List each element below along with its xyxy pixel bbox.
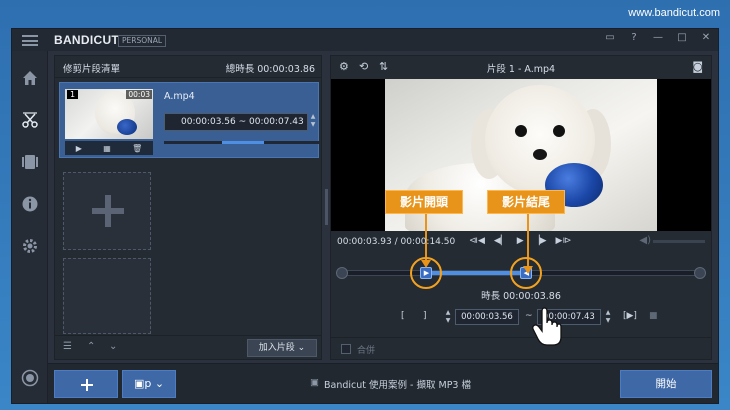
clip-progress-bar [164,141,320,144]
timeline-end-cap [694,267,706,279]
preview-title: 片段 1 - A.mp4 [486,64,556,75]
range-editor: [ ] ▲ ▼ 00:00:03.56 ~ 00:00:07.43 ▲ ▼ [▶] … [331,307,711,327]
segment-list-title: 修剪片段清單 [63,64,121,75]
chat-icon: ▣ [310,377,319,388]
selection-duration: 時長 00:00:03.86 [481,291,561,302]
camera-icon[interactable]: ◙ [692,60,703,73]
preview-header: ⚙ ⟲ ⇅ 片段 1 - A.mp4 ◙ [331,56,711,78]
clip-name: A.mp4 [164,91,195,102]
bottom-bar: ▣p ⌄ ▣ Bandicut 使用案例 - 擷取 MP3 檔 開始 [48,363,718,403]
edition-badge: PERSONAL [118,35,167,47]
add-file-button[interactable] [54,370,118,398]
preview-panel: ⚙ ⟲ ⇅ 片段 1 - A.mp4 ◙ 影片開頭 影片結尾 00:00:03.… [330,55,712,360]
callout-end: 影片結尾 [487,190,565,214]
time-readout: 00:00:03.93 / 00:00:14.50 [337,237,456,247]
merge-label: 合併 [357,346,376,356]
window-controls: ▭ ? — □ ✕ [604,32,712,43]
clip-progress-fill [221,141,264,144]
callout-start-arrow [421,260,431,268]
video-preview[interactable]: 影片開頭 影片結尾 [331,79,711,266]
maximize-icon[interactable]: □ [676,32,688,43]
merge-checkbox[interactable] [341,344,351,354]
start-time-field[interactable]: 00:00:03.56 [455,309,519,325]
help-icon[interactable]: ? [628,32,640,43]
close-icon[interactable]: ✕ [700,32,712,43]
next-icon[interactable]: ▶⧐ [556,236,572,246]
mode-label: ▣p [133,377,152,390]
hand-cursor-icon [532,307,562,346]
remove-list-icon[interactable]: ☰ [63,341,72,352]
minimize-icon[interactable]: — [652,32,664,43]
segment-list-footer: ☰ ⌃ ⌄ 加入片段 ⌄ [55,335,321,359]
tip-link[interactable]: Bandicut 使用案例 - 擷取 MP3 檔 [324,377,471,391]
delete-icon[interactable]: 🗑 [132,144,142,153]
clip-index: 1 [67,90,79,99]
app-window: BANDICUT PERSONAL ▭ ? — □ ✕ 修剪片段清單 總時長 0… [11,28,719,404]
prev-icon[interactable]: ⧏◀ [469,236,485,246]
clip-thumb-controls: ▶ ▦ 🗑 [65,141,153,155]
empty-slot-add[interactable] [63,172,151,250]
film-icon[interactable] [21,153,39,171]
info-icon[interactable] [21,195,39,213]
title-bar: BANDICUT PERSONAL ▭ ? — □ ✕ [12,29,718,51]
record-icon[interactable] [21,369,39,387]
start-button[interactable]: 開始 [620,370,712,398]
clip-thumbnail[interactable]: 1 00:03 [65,89,153,139]
transport-buttons: ⧏◀ ◀▏ ▶ ▕▶ ▶⧐ [469,236,571,246]
add-segment-label: 加入片段 [258,343,295,353]
clip-range-field[interactable]: 00:00:03.56 ~ 00:00:07.43 [164,113,308,131]
play-icon[interactable]: ▶ [517,236,524,246]
segment-item[interactable]: 1 00:03 ▶ ▦ 🗑 A.mp4 ▲▼ 00:00:03.56 ~ 00:… [59,82,320,158]
add-segment-button[interactable]: 加入片段 ⌄ [247,339,317,357]
preview-footer: 合併 [331,337,711,359]
splitter-handle[interactable] [325,189,328,225]
play-selection-icon[interactable]: [▶] [623,311,637,321]
menu-icon[interactable] [22,35,38,46]
callout-start: 影片開頭 [385,190,463,214]
playback-controls: 00:00:03.93 / 00:00:14.50 ⧏◀ ◀▏ ▶ ▕▶ ▶⧐ … [331,234,711,252]
volume-icon[interactable]: ◀) [639,235,651,246]
segment-list-header: 修剪片段清單 總時長 00:00:03.86 [55,56,321,78]
empty-slot [63,258,151,334]
stop-icon[interactable]: ■ [649,311,658,321]
home-icon[interactable] [21,69,39,87]
settings-icon[interactable] [21,237,39,255]
segment-list-panel: 修剪片段清單 總時長 00:00:03.86 1 00:03 ▶ ▦ 🗑 A.m… [54,55,322,360]
plus-icon [81,379,93,391]
site-url: www.bandicut.com [628,7,720,19]
app-logo: BANDICUT [54,33,120,47]
step-forward-icon[interactable]: ▕▶ [533,236,547,246]
start-spinner[interactable]: ▲ ▼ [443,309,453,325]
set-end-icon[interactable]: ] [423,311,427,321]
clip-thumb-time: 00:03 [126,90,152,99]
range-end-spinner[interactable]: ▲ ▼ [308,113,318,131]
mode-button[interactable]: ▣p ⌄ [122,370,176,398]
add-plus-icon [92,195,124,227]
move-up-icon[interactable]: ⌃ [87,341,95,352]
volume-slider[interactable] [653,240,705,243]
set-start-icon[interactable]: [ [401,311,405,321]
total-duration: 總時長 00:00:03.86 [225,64,315,75]
step-back-icon[interactable]: ◀▏ [494,236,508,246]
trim-timeline[interactable]: ▶ ◀ [336,257,706,289]
play-icon[interactable]: ▶ [76,144,82,153]
folder-icon[interactable]: ▭ [604,32,616,43]
side-nav [12,51,48,403]
grid-icon[interactable]: ▦ [103,144,111,153]
timeline-start-cap [336,267,348,279]
end-spinner[interactable]: ▲ ▼ [603,309,613,325]
move-down-icon[interactable]: ⌄ [109,341,117,352]
callout-end-arrow [523,266,533,274]
cut-icon[interactable] [21,111,39,129]
